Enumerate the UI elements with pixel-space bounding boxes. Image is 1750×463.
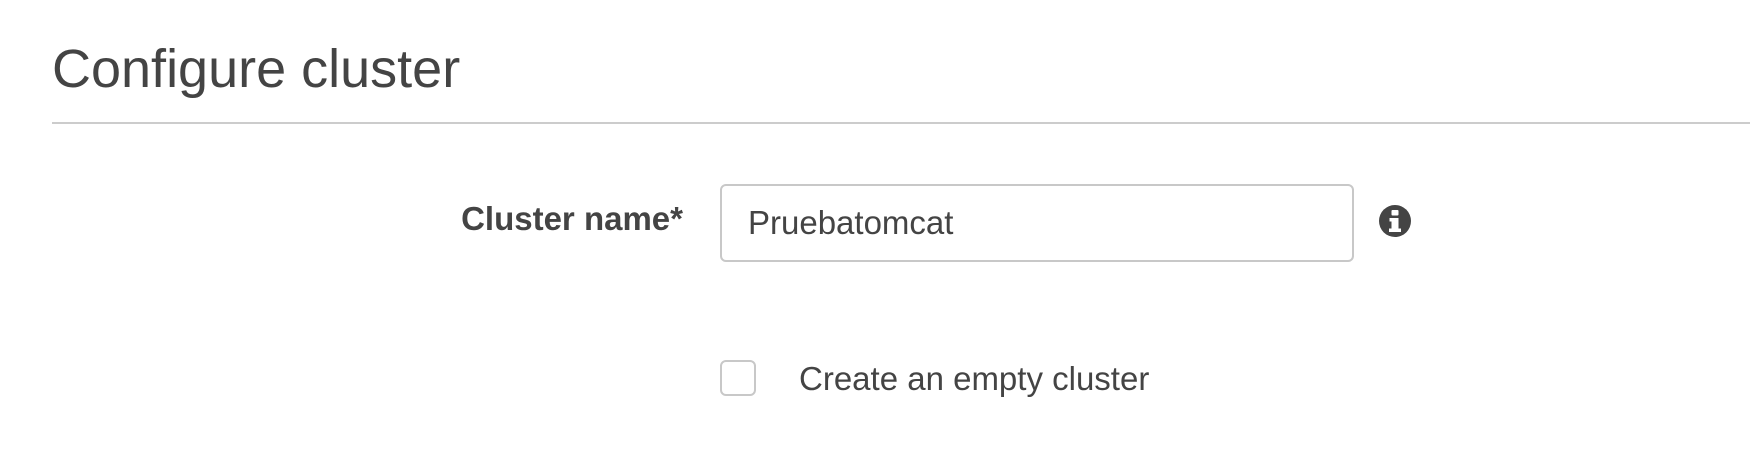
- empty-cluster-label[interactable]: Create an empty cluster: [799, 360, 1149, 398]
- page-title: Configure cluster: [52, 39, 461, 99]
- configure-cluster-page: Configure cluster Cluster name* Create a…: [0, 0, 1750, 463]
- title-divider: [52, 122, 1750, 124]
- cluster-name-label: Cluster name*: [461, 200, 683, 237]
- cluster-name-input[interactable]: [720, 184, 1354, 262]
- info-icon[interactable]: [1378, 204, 1412, 238]
- empty-cluster-checkbox[interactable]: [720, 360, 756, 396]
